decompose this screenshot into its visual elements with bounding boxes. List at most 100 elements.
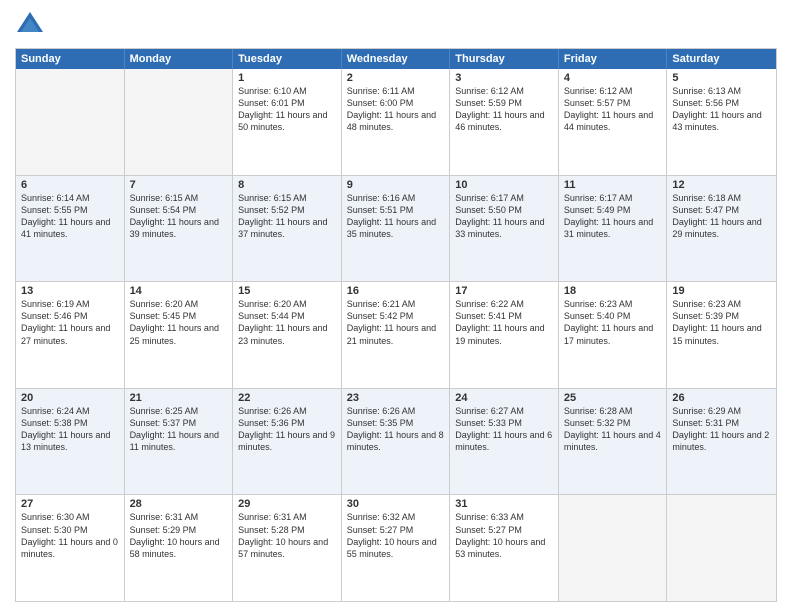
day-number: 20	[21, 392, 119, 404]
day-number: 29	[238, 498, 336, 510]
day-number: 30	[347, 498, 445, 510]
calendar-cell: 13Sunrise: 6:19 AM Sunset: 5:46 PM Dayli…	[16, 282, 125, 388]
day-number: 8	[238, 179, 336, 191]
calendar-cell: 26Sunrise: 6:29 AM Sunset: 5:31 PM Dayli…	[667, 389, 776, 495]
calendar-cell: 3Sunrise: 6:12 AM Sunset: 5:59 PM Daylig…	[450, 69, 559, 175]
calendar-cell: 9Sunrise: 6:16 AM Sunset: 5:51 PM Daylig…	[342, 176, 451, 282]
day-number: 27	[21, 498, 119, 510]
calendar-cell: 19Sunrise: 6:23 AM Sunset: 5:39 PM Dayli…	[667, 282, 776, 388]
cell-detail: Sunrise: 6:20 AM Sunset: 5:44 PM Dayligh…	[238, 298, 336, 347]
cell-detail: Sunrise: 6:28 AM Sunset: 5:32 PM Dayligh…	[564, 405, 662, 454]
cell-detail: Sunrise: 6:26 AM Sunset: 5:36 PM Dayligh…	[238, 405, 336, 454]
calendar-cell	[667, 495, 776, 601]
cell-detail: Sunrise: 6:27 AM Sunset: 5:33 PM Dayligh…	[455, 405, 553, 454]
calendar-header: SundayMondayTuesdayWednesdayThursdayFrid…	[16, 49, 776, 69]
cell-detail: Sunrise: 6:14 AM Sunset: 5:55 PM Dayligh…	[21, 192, 119, 241]
weekday-header: Saturday	[667, 49, 776, 69]
cell-detail: Sunrise: 6:16 AM Sunset: 5:51 PM Dayligh…	[347, 192, 445, 241]
calendar-row: 13Sunrise: 6:19 AM Sunset: 5:46 PM Dayli…	[16, 281, 776, 388]
cell-detail: Sunrise: 6:18 AM Sunset: 5:47 PM Dayligh…	[672, 192, 771, 241]
cell-detail: Sunrise: 6:30 AM Sunset: 5:30 PM Dayligh…	[21, 511, 119, 560]
calendar-cell: 21Sunrise: 6:25 AM Sunset: 5:37 PM Dayli…	[125, 389, 234, 495]
cell-detail: Sunrise: 6:19 AM Sunset: 5:46 PM Dayligh…	[21, 298, 119, 347]
weekday-header: Wednesday	[342, 49, 451, 69]
day-number: 7	[130, 179, 228, 191]
weekday-header: Friday	[559, 49, 668, 69]
weekday-header: Thursday	[450, 49, 559, 69]
cell-detail: Sunrise: 6:17 AM Sunset: 5:50 PM Dayligh…	[455, 192, 553, 241]
day-number: 9	[347, 179, 445, 191]
calendar-body: 1Sunrise: 6:10 AM Sunset: 6:01 PM Daylig…	[16, 69, 776, 601]
calendar-cell: 20Sunrise: 6:24 AM Sunset: 5:38 PM Dayli…	[16, 389, 125, 495]
calendar-cell: 29Sunrise: 6:31 AM Sunset: 5:28 PM Dayli…	[233, 495, 342, 601]
cell-detail: Sunrise: 6:11 AM Sunset: 6:00 PM Dayligh…	[347, 85, 445, 134]
calendar-row: 27Sunrise: 6:30 AM Sunset: 5:30 PM Dayli…	[16, 494, 776, 601]
day-number: 13	[21, 285, 119, 297]
day-number: 26	[672, 392, 771, 404]
calendar-cell: 31Sunrise: 6:33 AM Sunset: 5:27 PM Dayli…	[450, 495, 559, 601]
calendar-cell: 27Sunrise: 6:30 AM Sunset: 5:30 PM Dayli…	[16, 495, 125, 601]
day-number: 14	[130, 285, 228, 297]
calendar-cell	[559, 495, 668, 601]
day-number: 10	[455, 179, 553, 191]
cell-detail: Sunrise: 6:24 AM Sunset: 5:38 PM Dayligh…	[21, 405, 119, 454]
calendar-cell	[16, 69, 125, 175]
calendar-cell: 12Sunrise: 6:18 AM Sunset: 5:47 PM Dayli…	[667, 176, 776, 282]
weekday-header: Monday	[125, 49, 234, 69]
day-number: 22	[238, 392, 336, 404]
calendar-cell: 30Sunrise: 6:32 AM Sunset: 5:27 PM Dayli…	[342, 495, 451, 601]
cell-detail: Sunrise: 6:31 AM Sunset: 5:28 PM Dayligh…	[238, 511, 336, 560]
calendar-cell: 6Sunrise: 6:14 AM Sunset: 5:55 PM Daylig…	[16, 176, 125, 282]
calendar-row: 20Sunrise: 6:24 AM Sunset: 5:38 PM Dayli…	[16, 388, 776, 495]
day-number: 19	[672, 285, 771, 297]
calendar-cell: 4Sunrise: 6:12 AM Sunset: 5:57 PM Daylig…	[559, 69, 668, 175]
day-number: 15	[238, 285, 336, 297]
calendar-cell: 18Sunrise: 6:23 AM Sunset: 5:40 PM Dayli…	[559, 282, 668, 388]
cell-detail: Sunrise: 6:22 AM Sunset: 5:41 PM Dayligh…	[455, 298, 553, 347]
day-number: 16	[347, 285, 445, 297]
cell-detail: Sunrise: 6:12 AM Sunset: 5:59 PM Dayligh…	[455, 85, 553, 134]
calendar-cell: 24Sunrise: 6:27 AM Sunset: 5:33 PM Dayli…	[450, 389, 559, 495]
day-number: 4	[564, 72, 662, 84]
logo-icon	[15, 10, 45, 40]
cell-detail: Sunrise: 6:20 AM Sunset: 5:45 PM Dayligh…	[130, 298, 228, 347]
calendar-cell: 25Sunrise: 6:28 AM Sunset: 5:32 PM Dayli…	[559, 389, 668, 495]
day-number: 18	[564, 285, 662, 297]
cell-detail: Sunrise: 6:15 AM Sunset: 5:54 PM Dayligh…	[130, 192, 228, 241]
cell-detail: Sunrise: 6:26 AM Sunset: 5:35 PM Dayligh…	[347, 405, 445, 454]
calendar-cell: 8Sunrise: 6:15 AM Sunset: 5:52 PM Daylig…	[233, 176, 342, 282]
day-number: 24	[455, 392, 553, 404]
weekday-header: Sunday	[16, 49, 125, 69]
calendar-cell: 5Sunrise: 6:13 AM Sunset: 5:56 PM Daylig…	[667, 69, 776, 175]
calendar-cell: 17Sunrise: 6:22 AM Sunset: 5:41 PM Dayli…	[450, 282, 559, 388]
calendar-cell: 1Sunrise: 6:10 AM Sunset: 6:01 PM Daylig…	[233, 69, 342, 175]
day-number: 6	[21, 179, 119, 191]
cell-detail: Sunrise: 6:17 AM Sunset: 5:49 PM Dayligh…	[564, 192, 662, 241]
logo	[15, 10, 49, 40]
day-number: 3	[455, 72, 553, 84]
cell-detail: Sunrise: 6:12 AM Sunset: 5:57 PM Dayligh…	[564, 85, 662, 134]
day-number: 25	[564, 392, 662, 404]
calendar-cell: 23Sunrise: 6:26 AM Sunset: 5:35 PM Dayli…	[342, 389, 451, 495]
day-number: 17	[455, 285, 553, 297]
cell-detail: Sunrise: 6:23 AM Sunset: 5:39 PM Dayligh…	[672, 298, 771, 347]
cell-detail: Sunrise: 6:31 AM Sunset: 5:29 PM Dayligh…	[130, 511, 228, 560]
calendar-cell: 11Sunrise: 6:17 AM Sunset: 5:49 PM Dayli…	[559, 176, 668, 282]
page: SundayMondayTuesdayWednesdayThursdayFrid…	[0, 0, 792, 612]
cell-detail: Sunrise: 6:33 AM Sunset: 5:27 PM Dayligh…	[455, 511, 553, 560]
calendar-cell: 16Sunrise: 6:21 AM Sunset: 5:42 PM Dayli…	[342, 282, 451, 388]
day-number: 2	[347, 72, 445, 84]
cell-detail: Sunrise: 6:32 AM Sunset: 5:27 PM Dayligh…	[347, 511, 445, 560]
day-number: 12	[672, 179, 771, 191]
calendar-row: 6Sunrise: 6:14 AM Sunset: 5:55 PM Daylig…	[16, 175, 776, 282]
calendar-row: 1Sunrise: 6:10 AM Sunset: 6:01 PM Daylig…	[16, 69, 776, 175]
cell-detail: Sunrise: 6:10 AM Sunset: 6:01 PM Dayligh…	[238, 85, 336, 134]
cell-detail: Sunrise: 6:13 AM Sunset: 5:56 PM Dayligh…	[672, 85, 771, 134]
calendar-cell: 15Sunrise: 6:20 AM Sunset: 5:44 PM Dayli…	[233, 282, 342, 388]
calendar-cell: 22Sunrise: 6:26 AM Sunset: 5:36 PM Dayli…	[233, 389, 342, 495]
cell-detail: Sunrise: 6:25 AM Sunset: 5:37 PM Dayligh…	[130, 405, 228, 454]
day-number: 31	[455, 498, 553, 510]
cell-detail: Sunrise: 6:23 AM Sunset: 5:40 PM Dayligh…	[564, 298, 662, 347]
day-number: 28	[130, 498, 228, 510]
cell-detail: Sunrise: 6:21 AM Sunset: 5:42 PM Dayligh…	[347, 298, 445, 347]
